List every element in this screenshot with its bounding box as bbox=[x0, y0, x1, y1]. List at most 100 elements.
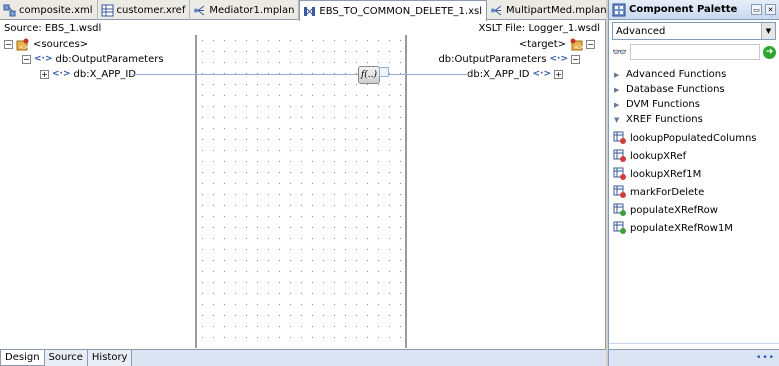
section-label: Database Functions bbox=[626, 84, 725, 95]
palette-item-markfordelete[interactable]: markForDelete bbox=[609, 183, 779, 201]
palette-item-lookuppopulatedcolumns[interactable]: lookupPopulatedColumns bbox=[609, 129, 779, 147]
target-link-line bbox=[380, 74, 470, 75]
tab-label: customer.xref bbox=[116, 4, 186, 16]
collapse-icon[interactable]: − bbox=[22, 54, 31, 64]
source-output-parameters-node[interactable]: − <·> db:OutputParameters bbox=[22, 52, 164, 66]
tab-label: Mediator1.mplan bbox=[209, 4, 295, 16]
palette-sections: ▶ Advanced Functions ▶ Database Function… bbox=[609, 67, 779, 127]
palette-header: Component Palette ▭ ✕ bbox=[609, 0, 779, 20]
editor-bottom-tabs: Design Source History bbox=[0, 349, 606, 366]
palette-item-label: populateXRefRow1M bbox=[630, 222, 733, 234]
source-leaf-label: db:X_APP_ID bbox=[73, 68, 136, 80]
palette-item-lookupxref[interactable]: lookupXRef bbox=[609, 147, 779, 165]
sources-icon: <> bbox=[16, 38, 29, 51]
tab-composite[interactable]: composite.xml bbox=[0, 0, 98, 20]
palette-footer: ••• bbox=[609, 349, 779, 366]
palette-category-value: Advanced bbox=[616, 25, 666, 37]
composite-icon bbox=[3, 4, 16, 16]
xref-function-icon bbox=[613, 185, 626, 198]
close-icon[interactable]: ✕ bbox=[765, 4, 776, 15]
palette-item-label: populateXRefRow bbox=[630, 204, 718, 216]
target-title: XSLT File: Logger_1.wsdl bbox=[478, 23, 601, 34]
source-x-app-id-node[interactable]: + <·> db:X_APP_ID bbox=[40, 67, 136, 81]
palette-item-populatexrefrow1m[interactable]: populateXRefRow1M bbox=[609, 219, 779, 237]
target-leaf-label: db:X_APP_ID bbox=[467, 68, 530, 80]
collapse-icon[interactable]: − bbox=[586, 39, 595, 49]
tab-multipartmed[interactable]: MultipartMed.mplan bbox=[487, 0, 612, 20]
section-label: DVM Functions bbox=[626, 99, 700, 110]
palette-item-label: lookupXRef1M bbox=[630, 168, 702, 180]
search-go-icon[interactable]: ➜ bbox=[763, 45, 776, 59]
target-icon: <> bbox=[570, 38, 583, 51]
section-xref-functions[interactable]: ▼ XREF Functions bbox=[609, 112, 779, 127]
tab-ebs-to-common-delete[interactable]: EBS_TO_COMMON_DELETE_1.xsl bbox=[299, 0, 487, 21]
mediator-icon bbox=[491, 5, 502, 15]
palette-item-lookupxref1m[interactable]: lookupXRef1M bbox=[609, 165, 779, 183]
section-dvm-functions[interactable]: ▶ DVM Functions bbox=[609, 97, 779, 112]
tab-source[interactable]: Source bbox=[44, 350, 88, 366]
element-icon: <·> bbox=[34, 54, 53, 64]
palette-icon bbox=[612, 3, 626, 16]
svg-text:<>: <> bbox=[19, 44, 29, 51]
component-palette: Component Palette ▭ ✕ Advanced ▼ 👓 ➜ ▶ A… bbox=[608, 0, 779, 366]
xref-function-list: lookupPopulatedColumns lookupXRef lookup… bbox=[609, 129, 779, 237]
target-x-app-id-node[interactable]: db:X_APP_ID <·> + bbox=[467, 67, 563, 81]
more-options-icon[interactable]: ••• bbox=[756, 353, 775, 363]
chevron-right-icon: ▶ bbox=[614, 85, 620, 94]
xref-function-icon bbox=[613, 149, 626, 162]
tab-history[interactable]: History bbox=[87, 350, 133, 366]
palette-search: 👓 ➜ bbox=[612, 43, 776, 61]
tab-label: EBS_TO_COMMON_DELETE_1.xsl bbox=[319, 5, 482, 17]
svg-text:<>: <> bbox=[574, 44, 583, 51]
xref-function-icon bbox=[613, 203, 626, 216]
target-root-node[interactable]: <target> <> − bbox=[519, 37, 595, 51]
palette-item-populatexrefrow[interactable]: populateXRefRow bbox=[609, 201, 779, 219]
collapse-icon[interactable]: − bbox=[4, 39, 13, 49]
palette-item-label: lookupXRef bbox=[630, 150, 687, 162]
chevron-right-icon: ▶ bbox=[614, 70, 620, 79]
element-icon: <·> bbox=[549, 54, 568, 64]
palette-item-label: lookupPopulatedColumns bbox=[630, 132, 757, 144]
source-root-node[interactable]: − <> <sources> bbox=[4, 37, 88, 51]
function-node[interactable]: f(..) bbox=[358, 66, 380, 84]
xref-function-icon bbox=[613, 221, 626, 234]
binoculars-icon: 👓 bbox=[612, 45, 627, 59]
xref-table-icon bbox=[101, 4, 114, 16]
tab-mediator1[interactable]: Mediator1.mplan bbox=[190, 0, 300, 20]
element-icon: <·> bbox=[52, 69, 71, 79]
section-label: XREF Functions bbox=[626, 114, 703, 125]
palette-item-label: markForDelete bbox=[630, 186, 705, 198]
function-port-icon[interactable] bbox=[379, 67, 389, 77]
xsl-map-icon bbox=[304, 6, 316, 16]
palette-controls: ▭ ✕ bbox=[751, 4, 779, 15]
target-root-label: <target> bbox=[518, 38, 566, 50]
palette-category-select[interactable]: Advanced ▼ bbox=[612, 22, 776, 40]
target-child-label: db:OutputParameters bbox=[438, 53, 547, 65]
chevron-down-icon[interactable]: ▼ bbox=[761, 23, 775, 39]
xref-function-icon bbox=[613, 131, 626, 144]
section-advanced-functions[interactable]: ▶ Advanced Functions bbox=[609, 67, 779, 82]
target-output-parameters-node[interactable]: db:OutputParameters <·> − bbox=[438, 52, 580, 66]
element-icon: <·> bbox=[532, 69, 551, 79]
expand-icon[interactable]: + bbox=[40, 69, 49, 79]
tab-label: MultipartMed.mplan bbox=[506, 4, 607, 16]
chevron-right-icon: ▶ bbox=[614, 100, 620, 109]
tab-design[interactable]: Design bbox=[0, 350, 45, 366]
section-label: Advanced Functions bbox=[626, 69, 727, 80]
xref-function-icon bbox=[613, 167, 626, 180]
expand-icon[interactable]: + bbox=[554, 69, 563, 79]
source-title: Source: EBS_1.wsdl bbox=[4, 23, 102, 34]
palette-title: Component Palette bbox=[629, 4, 738, 15]
tab-customer-xref[interactable]: customer.xref bbox=[98, 0, 191, 20]
mediator-icon bbox=[194, 5, 205, 15]
editor-tabbar: composite.xml customer.xref Mediator1.mp… bbox=[0, 0, 651, 21]
source-child-label: db:OutputParameters bbox=[55, 53, 164, 65]
chevron-down-icon: ▼ bbox=[614, 115, 620, 124]
xslt-mapper-editor: composite.xml customer.xref Mediator1.mp… bbox=[0, 0, 651, 366]
palette-menu-icon[interactable]: ▭ bbox=[751, 4, 762, 15]
tab-label: composite.xml bbox=[19, 4, 93, 16]
section-database-functions[interactable]: ▶ Database Functions bbox=[609, 82, 779, 97]
palette-search-input[interactable] bbox=[629, 44, 760, 60]
collapse-icon[interactable]: − bbox=[571, 54, 580, 64]
source-link-line bbox=[132, 74, 358, 75]
